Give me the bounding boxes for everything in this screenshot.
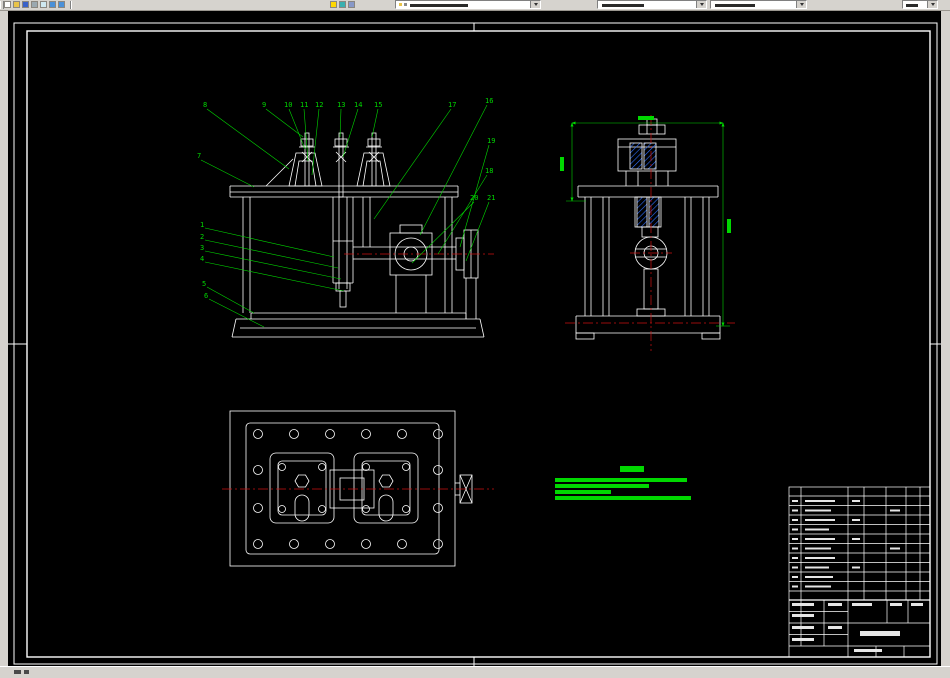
part-callout[interactable]: 15 <box>374 101 382 109</box>
part-callout[interactable]: 5 <box>202 280 206 288</box>
part-callout[interactable]: 21 <box>487 194 495 202</box>
color-combo[interactable] <box>597 0 707 9</box>
chevron-down-icon[interactable] <box>927 1 937 8</box>
toolbar <box>0 0 950 11</box>
notes-line <box>555 496 691 500</box>
hex-nut <box>294 474 310 488</box>
preview-icon[interactable] <box>40 1 47 8</box>
status-mark <box>24 670 29 674</box>
part-callout[interactable]: 14 <box>354 101 362 109</box>
part-callout[interactable]: 19 <box>487 137 495 145</box>
part-callout[interactable]: 11 <box>300 101 308 109</box>
layer-lock-icon <box>404 3 407 6</box>
hatched-section <box>643 142 657 170</box>
drawing-canvas[interactable]: 8 9 10 11 12 13 14 15 17 16 19 18 20 21 … <box>8 11 941 666</box>
notes-title <box>620 466 644 472</box>
part-callout[interactable]: 1 <box>200 221 204 229</box>
part-callout[interactable]: 6 <box>204 292 208 300</box>
front-view[interactable] <box>229 132 494 338</box>
part-callout[interactable]: 13 <box>337 101 345 109</box>
layer-combo-value <box>410 4 468 7</box>
status-bar <box>0 666 950 678</box>
redo-icon[interactable] <box>58 1 65 8</box>
part-callout[interactable]: 4 <box>200 255 204 263</box>
open-icon[interactable] <box>13 1 20 8</box>
part-callout[interactable]: 17 <box>448 101 456 109</box>
notes-line <box>555 484 649 488</box>
part-callout[interactable]: 20 <box>470 194 478 202</box>
notes-line <box>555 490 611 494</box>
part-callout[interactable]: 2 <box>200 233 204 241</box>
hatched-section <box>629 142 643 170</box>
part-callout[interactable]: 9 <box>262 101 266 109</box>
part-callout[interactable]: 8 <box>203 101 207 109</box>
part-callout[interactable]: 7 <box>197 152 201 160</box>
toolbar-separator <box>70 1 72 9</box>
title-block[interactable] <box>788 486 931 658</box>
hatched-section <box>648 196 660 228</box>
part-callout[interactable]: 10 <box>284 101 292 109</box>
layer-on-icon <box>399 3 402 6</box>
linetype-combo[interactable] <box>710 0 807 9</box>
technical-notes[interactable] <box>555 466 691 500</box>
linetype-combo-value <box>715 4 755 7</box>
chevron-down-icon[interactable] <box>530 1 540 8</box>
side-view[interactable] <box>565 115 735 351</box>
color-combo-value <box>602 4 644 7</box>
title-block-text <box>792 500 923 652</box>
part-callout[interactable]: 18 <box>485 167 493 175</box>
layer-combo[interactable] <box>395 0 541 9</box>
cad-window: 8 9 10 11 12 13 14 15 17 16 19 18 20 21 … <box>0 0 950 678</box>
view-combo[interactable] <box>902 0 938 9</box>
status-mark <box>14 670 21 674</box>
print-icon[interactable] <box>31 1 38 8</box>
part-callout[interactable]: 16 <box>485 97 493 105</box>
canvas-frame: 8 9 10 11 12 13 14 15 17 16 19 18 20 21 … <box>0 11 950 666</box>
chevron-down-icon[interactable] <box>796 1 806 8</box>
plan-view[interactable] <box>222 410 494 567</box>
undo-icon[interactable] <box>49 1 56 8</box>
part-callout[interactable]: 3 <box>200 244 204 252</box>
view-combo-value <box>906 4 918 7</box>
chevron-down-icon[interactable] <box>696 1 706 8</box>
lightning-icon[interactable] <box>330 1 337 8</box>
osnap-icon[interactable] <box>348 1 355 8</box>
hatched-section <box>636 196 648 228</box>
drawing-sheet[interactable]: 8 9 10 11 12 13 14 15 17 16 19 18 20 21 … <box>8 11 941 666</box>
new-icon[interactable] <box>4 1 11 8</box>
hex-nut <box>378 474 394 488</box>
layers-icon[interactable] <box>339 1 346 8</box>
save-icon[interactable] <box>22 1 29 8</box>
part-callout[interactable]: 12 <box>315 101 323 109</box>
notes-line <box>555 478 687 482</box>
